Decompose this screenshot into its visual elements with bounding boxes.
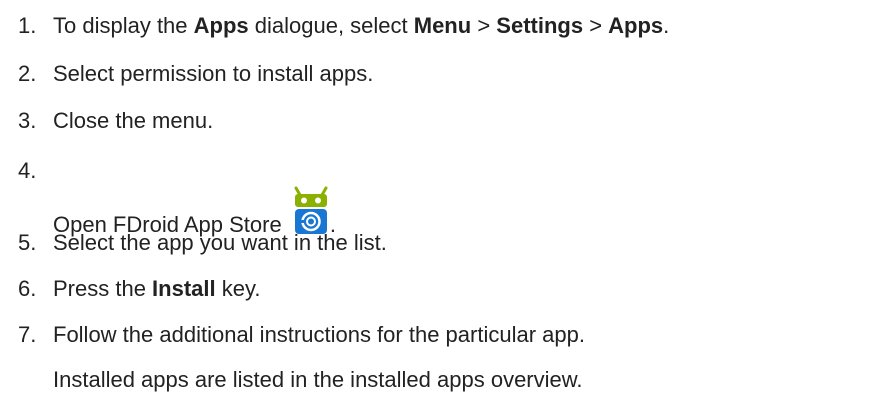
step-5: 5. Select the app you want in the list. bbox=[18, 230, 387, 256]
menu-term: Menu bbox=[413, 13, 472, 38]
step-number: 4. bbox=[18, 158, 37, 183]
apps-term: Apps bbox=[608, 13, 664, 38]
step-3: 3. Close the menu. bbox=[18, 108, 213, 134]
step-text: Select permission to install apps. bbox=[53, 61, 374, 86]
installed-apps-note: Installed apps are listed in the install… bbox=[53, 367, 583, 392]
settings-term: Settings bbox=[496, 13, 584, 38]
step-6: 6. Press the Install key. bbox=[18, 276, 260, 302]
step-number: 3. bbox=[18, 108, 37, 133]
step-2: 2. Select permission to install apps. bbox=[18, 61, 373, 87]
step-number: 2. bbox=[18, 61, 37, 86]
step-number: 5. bbox=[18, 230, 37, 255]
step-7: 7. Follow the additional instructions for… bbox=[18, 322, 585, 348]
step-text: Press the Install key. bbox=[53, 276, 261, 301]
apps-term: Apps bbox=[193, 13, 249, 38]
step-number: 7. bbox=[18, 322, 37, 347]
step-number: 1. bbox=[18, 13, 37, 38]
step-text: Select the app you want in the list. bbox=[53, 230, 387, 255]
step-text: Follow the additional instructions for t… bbox=[53, 322, 585, 347]
step-text: Close the menu. bbox=[53, 108, 214, 133]
step-text: To display the Apps dialogue, select Men… bbox=[53, 13, 670, 38]
step-number: 6. bbox=[18, 276, 37, 301]
install-term: Install bbox=[152, 276, 216, 301]
step-1: 1. To display the Apps dialogue, select M… bbox=[18, 13, 669, 39]
